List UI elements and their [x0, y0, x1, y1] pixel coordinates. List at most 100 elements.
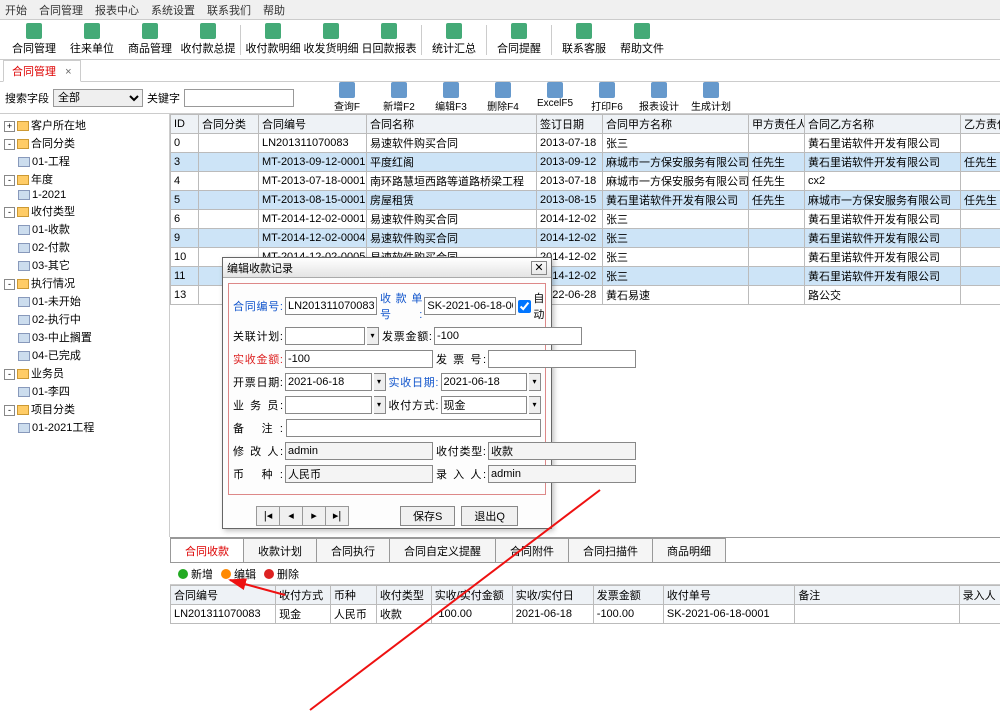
inp-receipt-no[interactable] [424, 297, 516, 315]
nav-prev-button[interactable]: ◂ [279, 506, 303, 526]
tree-node[interactable]: -合同分类 [2, 134, 167, 152]
dialog-close-button[interactable]: ✕ [531, 261, 547, 275]
grid-header[interactable]: 合同名称 [367, 115, 537, 134]
inp-plan[interactable] [285, 327, 365, 345]
tree-node[interactable]: -年度 [2, 170, 167, 188]
action-button[interactable]: 查询F [322, 82, 372, 113]
detail-tab[interactable]: 合同扫描件 [568, 538, 653, 562]
tree-node[interactable]: 03-中止搁置 [2, 328, 167, 346]
pay-method-picker-icon[interactable]: ▾ [529, 396, 541, 414]
detail-grid-header[interactable]: 收付单号 [663, 586, 794, 605]
grid-header[interactable]: ID [171, 115, 199, 134]
tree-node[interactable]: 1-2021 [2, 188, 167, 202]
search-key-input[interactable] [184, 89, 294, 107]
tree-node[interactable]: -项目分类 [2, 400, 167, 418]
toolbar-button[interactable]: 合同管理 [5, 21, 63, 59]
action-button[interactable]: 打印F6 [582, 82, 632, 113]
table-row[interactable]: 5MT-2013-08-15-0001房屋租赁2013-08-15黄石里诺软件开… [171, 191, 1000, 210]
chk-auto[interactable] [518, 300, 531, 313]
detail-grid-header[interactable]: 币种 [330, 586, 376, 605]
tree-expand-icon[interactable]: - [4, 175, 15, 186]
toolbar-button[interactable]: 合同提醒 [490, 21, 548, 59]
tab-close-icon[interactable]: × [65, 66, 71, 78]
toolbar-button[interactable]: 联系客服 [555, 21, 613, 59]
menu-item[interactable]: 系统设置 [151, 2, 195, 18]
inp-real-amt[interactable] [285, 350, 433, 368]
search-field-select[interactable]: 全部 [53, 89, 143, 107]
grid-header[interactable]: 签订日期 [537, 115, 603, 134]
tree-node[interactable]: 01-工程 [2, 152, 167, 170]
tree-expand-icon[interactable]: - [4, 207, 15, 218]
tree-node[interactable]: +客户所在地 [2, 116, 167, 134]
tree-node[interactable]: 01-未开始 [2, 292, 167, 310]
action-button[interactable]: 删除F4 [478, 82, 528, 113]
toolbar-button[interactable]: 帮助文件 [613, 21, 671, 59]
table-row[interactable]: 4MT-2013-07-18-0001南环路慧垣西路等道路桥梁工程2013-07… [171, 172, 1000, 191]
inp-real-date[interactable] [441, 373, 528, 391]
table-row[interactable]: 3MT-2013-09-12-0001平度红阁2013-09-12麻城市一方保安… [171, 153, 1000, 172]
detail-grid-header[interactable]: 实收/实付金额 [431, 586, 512, 605]
tree-expand-icon[interactable]: - [4, 139, 15, 150]
detail-grid[interactable]: 合同编号收付方式币种收付类型实收/实付金额实收/实付日发票金额收付单号备注录入人… [170, 585, 1000, 624]
staff-picker-icon[interactable]: ▾ [374, 396, 386, 414]
detail-action-button[interactable]: 新增 [178, 566, 213, 582]
grid-header[interactable]: 合同甲方名称 [603, 115, 749, 134]
detail-grid-header[interactable]: 实收/实付日 [512, 586, 593, 605]
nav-first-button[interactable]: |◂ [256, 506, 280, 526]
tree-node[interactable]: -执行情况 [2, 274, 167, 292]
tree-node[interactable]: 02-付款 [2, 238, 167, 256]
toolbar-button[interactable]: 统计汇总 [425, 21, 483, 59]
grid-header[interactable]: 甲方责任人 [749, 115, 805, 134]
detail-tab[interactable]: 合同附件 [495, 538, 569, 562]
tree-node[interactable]: 01-收款 [2, 220, 167, 238]
toolbar-button[interactable]: 往来单位 [63, 21, 121, 59]
tree-node[interactable]: 02-执行中 [2, 310, 167, 328]
grid-header[interactable]: 合同编号 [259, 115, 367, 134]
tree-expand-icon[interactable]: - [4, 405, 15, 416]
menu-item[interactable]: 报表中心 [95, 2, 139, 18]
toolbar-button[interactable]: 收付款总提 [179, 21, 237, 59]
inp-inv-amt[interactable] [434, 327, 582, 345]
grid-header[interactable]: 乙方责任人 [961, 115, 1000, 134]
tree-node[interactable]: 03-其它 [2, 256, 167, 274]
toolbar-button[interactable]: 收发货明细 [302, 21, 360, 59]
detail-grid-header[interactable]: 发票金额 [593, 586, 663, 605]
toolbar-button[interactable]: 商品管理 [121, 21, 179, 59]
detail-action-button[interactable]: 编辑 [221, 566, 256, 582]
inp-remark[interactable] [286, 419, 541, 437]
table-row[interactable]: 6MT-2014-12-02-0001易速软件购买合同2014-12-02张三黄… [171, 210, 1000, 229]
toolbar-button[interactable]: 收付款明细 [244, 21, 302, 59]
table-row[interactable]: 9MT-2014-12-02-0004易速软件购买合同2014-12-02张三黄… [171, 229, 1000, 248]
detail-grid-header[interactable]: 合同编号 [171, 586, 276, 605]
detail-grid-header[interactable]: 录入人 [959, 586, 1000, 605]
plan-picker-icon[interactable]: ▾ [367, 327, 379, 345]
table-row[interactable]: 0LN201311070083易速软件购买合同2013-07-18张三黄石里诺软… [171, 134, 1000, 153]
detail-tab[interactable]: 商品明细 [652, 538, 726, 562]
action-button[interactable]: 生成计划 [686, 82, 736, 113]
menu-item[interactable]: 帮助 [263, 2, 285, 18]
real-date-picker-icon[interactable]: ▾ [529, 373, 541, 391]
tree-expand-icon[interactable]: - [4, 279, 15, 290]
detail-tab[interactable]: 收款计划 [243, 538, 317, 562]
detail-action-button[interactable]: 删除 [264, 566, 299, 582]
menu-item[interactable]: 合同管理 [39, 2, 83, 18]
dialog-titlebar[interactable]: 编辑收款记录 ✕ [223, 258, 551, 278]
detail-grid-header[interactable]: 备注 [795, 586, 959, 605]
tree-node[interactable]: -业务员 [2, 364, 167, 382]
detail-grid-header[interactable]: 收付类型 [376, 586, 431, 605]
inp-bill-date[interactable] [285, 373, 372, 391]
action-button[interactable]: 新增F2 [374, 82, 424, 113]
tree-expand-icon[interactable]: - [4, 369, 15, 380]
grid-header[interactable]: 合同分类 [199, 115, 259, 134]
tree-node[interactable]: 01-李四 [2, 382, 167, 400]
detail-row[interactable]: LN201311070083现金人民币收款-100.002021-06-18-1… [171, 605, 1000, 624]
inp-contract-no[interactable] [285, 297, 377, 315]
action-button[interactable]: 报表设计 [634, 82, 684, 113]
tree-node[interactable]: -收付类型 [2, 202, 167, 220]
action-button[interactable]: 编辑F3 [426, 82, 476, 113]
bill-date-picker-icon[interactable]: ▾ [374, 373, 386, 391]
detail-tab[interactable]: 合同执行 [316, 538, 390, 562]
detail-tab[interactable]: 合同收款 [170, 538, 244, 562]
tab-contract-mgmt[interactable]: 合同管理 × [3, 60, 81, 82]
toolbar-button[interactable]: 日回款报表 [360, 21, 418, 59]
